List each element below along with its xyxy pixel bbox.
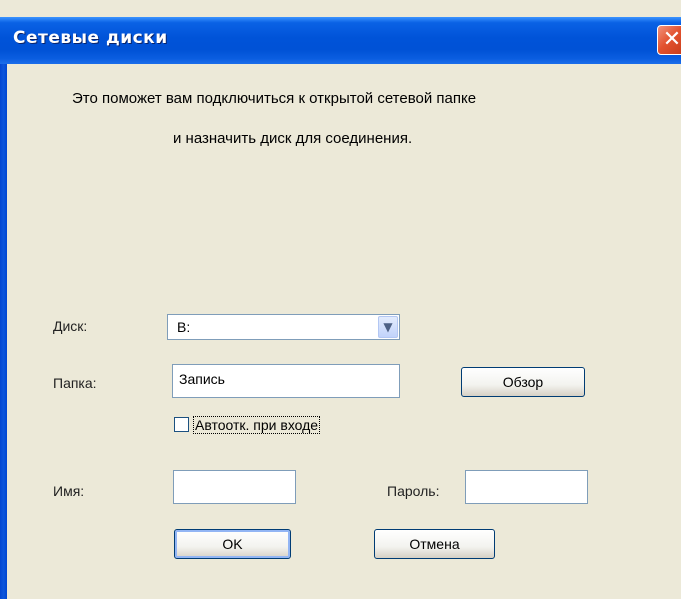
password-input[interactable] [465,470,588,504]
intro-line-1: Это поможет вам подключиться к открытой … [72,90,477,107]
drive-label: Диск: [53,318,88,334]
window-border [0,64,7,599]
close-button[interactable]: ✕ [657,25,681,55]
password-label: Пароль: [387,483,440,499]
folder-input[interactable]: Запись [172,364,400,398]
name-input[interactable] [173,470,296,504]
drive-selected-value: B: [177,319,191,335]
cancel-button[interactable]: Отмена [374,529,495,559]
browse-button[interactable]: Обзор [461,367,585,397]
name-label: Имя: [53,483,85,499]
folder-input-value: Запись [179,371,225,387]
intro-line-2: и назначить диск для соединения. [173,130,413,147]
close-icon: ✕ [662,27,681,52]
ok-button[interactable]: OK [174,529,291,559]
drive-select[interactable]: B: ▼ [167,314,400,340]
folder-label: Папка: [53,375,97,391]
chevron-down-icon[interactable]: ▼ [378,316,398,338]
window-title: Сетевые диски [13,28,168,48]
dialog-window: Сетевые диски ✕ Это поможет вам подключи… [0,0,681,599]
autodisconnect-checkbox[interactable] [174,417,189,432]
autodisconnect-label[interactable]: Автоотк. при входе [193,416,321,434]
